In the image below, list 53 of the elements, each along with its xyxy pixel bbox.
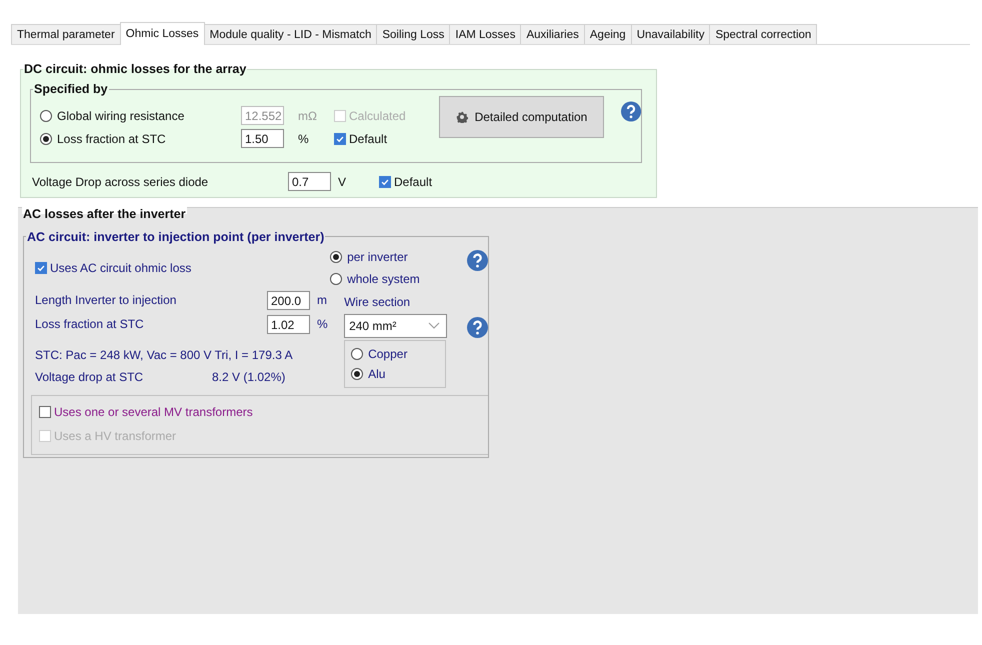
stc-summary: STC: Pac = 248 kW, Vac = 800 V Tri, I = 179.3 A — [35, 348, 293, 362]
radio-icon[interactable] — [330, 273, 342, 285]
unit-label: % — [297, 132, 310, 146]
radio-icon[interactable] — [40, 110, 52, 122]
unit-label: mΩ — [297, 108, 318, 122]
unit-label: % — [316, 317, 328, 331]
radio-button[interactable]: Copper — [351, 347, 446, 361]
field-label: Length Inverter to injection — [35, 293, 178, 307]
wire-section-dropdown[interactable]: 240 mm² — [344, 314, 448, 338]
detailed-computation-button[interactable]: Detailed computation — [439, 96, 604, 138]
gear-icon — [456, 111, 468, 123]
tab[interactable]: Module quality - LID - Mismatch — [204, 24, 378, 44]
checkbox[interactable]: Uses one or several MV transformers — [39, 405, 488, 419]
checkbox[interactable]: Default — [334, 132, 434, 146]
tab[interactable]: Spectral correction — [709, 24, 818, 44]
radio-button[interactable]: Global wiring resistance — [40, 108, 241, 122]
input-field[interactable]: 1.50 — [241, 129, 284, 148]
group-title: Specified by — [33, 81, 109, 97]
help-icon[interactable] — [467, 250, 488, 271]
tab[interactable]: Auxiliaries — [520, 24, 585, 44]
input-field[interactable]: 1.02 — [267, 314, 310, 334]
unit-label: m — [316, 293, 327, 307]
radio-icon[interactable] — [40, 132, 52, 144]
group-title: DC circuit: ohmic losses for the array — [23, 61, 248, 77]
tab[interactable]: Unavailability — [630, 24, 710, 44]
tab[interactable]: Soiling Loss — [376, 24, 450, 44]
input-field[interactable]: 200.0 — [267, 290, 310, 310]
check-icon — [36, 263, 46, 273]
radio-icon[interactable] — [351, 348, 364, 360]
tab[interactable]: Ageing — [584, 24, 632, 44]
field-label: Wire section — [344, 295, 412, 311]
field-label: Voltage Drop across series diode — [32, 174, 210, 188]
radio-button[interactable]: per inverter — [330, 250, 458, 264]
radio-button[interactable]: Loss fraction at STC — [40, 132, 241, 146]
input-field[interactable]: 12.552 — [241, 106, 284, 125]
checkbox[interactable]: Default — [379, 174, 432, 188]
radio-icon[interactable] — [330, 251, 342, 263]
radio-button[interactable]: whole system — [330, 272, 458, 286]
help-icon[interactable] — [620, 101, 641, 122]
input-field[interactable]: 0.7 — [288, 172, 331, 191]
checkbox[interactable]: Uses AC circuit ohmic loss — [35, 261, 192, 275]
tab[interactable]: IAM Losses — [449, 24, 522, 44]
help-icon[interactable] — [467, 317, 488, 338]
voltage-drop-value: 8.2 V (1.02%) — [212, 370, 286, 384]
group-title: AC circuit: inverter to injection point (per inverter) — [26, 229, 326, 245]
tab[interactable]: Ohmic Losses — [120, 22, 205, 45]
radio-icon[interactable] — [351, 368, 364, 380]
field-label: Voltage drop at STC — [35, 370, 144, 384]
radio-button[interactable]: Alu — [351, 367, 446, 381]
unit-label: V — [337, 174, 348, 188]
field-label: Loss fraction at STC — [35, 317, 145, 331]
tab[interactable]: Thermal parameter — [11, 24, 121, 44]
chevron-icon — [428, 322, 440, 330]
